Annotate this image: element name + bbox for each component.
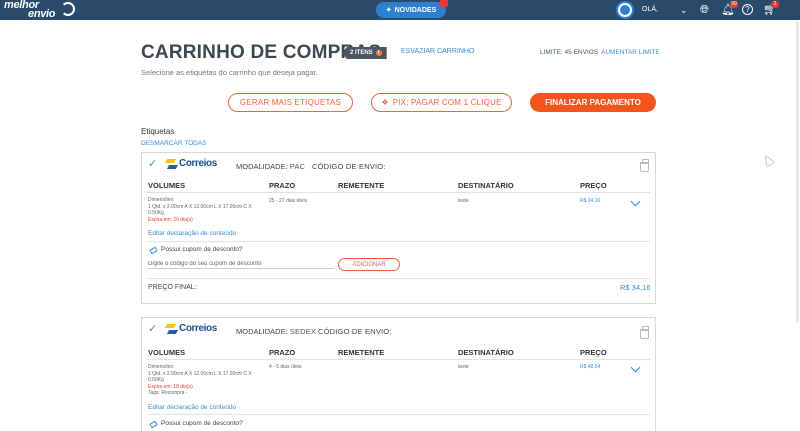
col-destinatario: DESTINATÁRIO — [458, 181, 514, 190]
coupon-tag-icon — [149, 246, 158, 255]
deadline: 25 - 27 dias úteis — [269, 198, 308, 204]
correios-logo: Correios — [164, 158, 222, 172]
logo-line-2: envio — [28, 8, 56, 20]
divider — [147, 241, 650, 242]
empty-cart-link[interactable]: ESVAZIAR CARRINHO — [401, 48, 474, 55]
row-price: R$ 48,54 — [580, 364, 601, 370]
tags-text: Tags: Recompra - — [148, 390, 188, 396]
volume-info: Dimensões: 1 Qtd. x 2.00cm A X 12.00cm L… — [148, 364, 252, 396]
chevron-down-icon[interactable]: ⌄ — [680, 3, 688, 17]
page-subtitle: Selecione as etiquetas do carrinho que d… — [141, 68, 318, 77]
cart-badge: 2 — [771, 1, 779, 8]
coupon-input[interactable] — [148, 259, 334, 269]
send-code-label: CÓDIGO DE ENVIO: — [318, 327, 392, 336]
expiry-text: Expira em: 20 dia(s) — [148, 216, 193, 223]
modality-label: MODALIDADE: — [236, 327, 288, 336]
pix-icon: ❖ — [381, 98, 389, 107]
pix-pay-button[interactable]: ❖ PIX: PAGAR COM 1 CLIQUE — [371, 93, 512, 112]
labels-section-title: Etiquetas — [141, 127, 175, 136]
col-remetente: REMETENTE — [338, 348, 385, 357]
label-card: ✓ Correios MODALIDADE: PAC CÓDIGO DE ENV… — [141, 152, 656, 304]
chevron-down-icon[interactable] — [630, 362, 641, 373]
col-destinatario: DESTINATÁRIO — [458, 348, 514, 357]
correios-icon — [164, 159, 179, 170]
items-count-label: 2 ITENS — [350, 50, 373, 56]
checkmark-icon[interactable]: ✓ — [148, 322, 157, 335]
checkout-button[interactable]: FINALIZAR PAGAMENTO — [530, 93, 656, 112]
divider — [147, 359, 650, 360]
divider — [147, 192, 650, 193]
add-coupon-button[interactable]: ADICIONAR — [338, 258, 400, 271]
novidades-badge — [440, 0, 448, 7]
row-price: R$ 34,16 — [580, 198, 601, 204]
user-avatar[interactable] — [614, 1, 636, 20]
recipient: teste — [458, 198, 469, 204]
shipping-limit: LIMITE: 45 ENVIOS — [540, 49, 599, 56]
coupon-question: Possui cupom de desconto? — [161, 246, 243, 253]
edit-declaration-link[interactable]: Editar declaração de conteúdo — [148, 404, 236, 411]
scrollbar[interactable] — [796, 22, 799, 322]
modality-label: MODALIDADE: — [236, 162, 288, 171]
correios-icon — [164, 324, 179, 335]
edit-declaration-link[interactable]: Editar declaração de conteúdo — [148, 230, 236, 237]
col-remetente: REMETENTE — [338, 181, 385, 190]
col-prazo: PRAZO — [269, 181, 296, 190]
user-greeting: OLÁ, — [642, 6, 658, 13]
carrier-name: Correios — [179, 323, 217, 334]
avatar-icon — [620, 5, 630, 15]
globe-icon[interactable]: 🌐︎ — [700, 3, 709, 17]
col-prazo: PRAZO — [269, 348, 296, 357]
melhor-envio-logo[interactable]: melhor envio — [4, 0, 94, 20]
novidades-button[interactable]: ✦ NOVIDADES — [376, 0, 448, 18]
items-count-badge: 2 ITENS ! — [342, 47, 387, 59]
recipient: teste — [458, 364, 469, 370]
col-volumes: VOLUMES — [148, 181, 186, 190]
mouse-cursor — [762, 153, 774, 167]
final-price-value: R$ 34,16 — [620, 283, 651, 292]
bell-badge: 99 — [730, 1, 738, 8]
send-code-label: CÓDIGO DE ENVIO: — [312, 162, 386, 171]
checkmark-icon[interactable]: ✓ — [148, 157, 157, 170]
modality-value: SEDEX — [289, 327, 317, 336]
divider — [147, 278, 650, 279]
top-navbar: melhor envio ✦ NOVIDADES OLÁ, ⌄ 🌐︎ 🔔︎ 99… — [0, 0, 800, 20]
modality: MODALIDADE: PAC — [236, 162, 305, 171]
modality-value: PAC — [289, 162, 306, 171]
col-preco: PREÇO — [580, 181, 607, 190]
info-icon[interactable]: ! — [375, 50, 382, 56]
generate-labels-button[interactable]: GERAR MAIS ETIQUETAS — [228, 93, 353, 112]
coupon-question: Possui cupom de desconto? — [161, 420, 243, 427]
chevron-down-icon[interactable] — [630, 196, 641, 207]
carrier-name: Correios — [179, 158, 217, 169]
logo-swirl-icon — [61, 2, 75, 16]
label-card: ✓ Correios MODALIDADE: SEDEX CÓDIGO DE E… — [141, 317, 656, 431]
volume-info: Dimensões: 1 Qtd. x 2.00cm A X 12.00cm L… — [148, 197, 252, 223]
deselect-all-link[interactable]: DESMARCAR TODAS — [141, 140, 207, 147]
trash-icon[interactable] — [640, 326, 649, 339]
col-volumes: VOLUMES — [148, 348, 186, 357]
deadline: 4 - 5 dias úteis — [269, 364, 302, 370]
final-price-label: PREÇO FINAL: — [148, 284, 197, 291]
col-preco: PREÇO — [580, 348, 607, 357]
trash-icon[interactable] — [640, 159, 649, 172]
pix-pay-label: PIX: PAGAR COM 1 CLIQUE — [392, 98, 502, 107]
novidades-label: NOVIDADES — [394, 6, 437, 14]
help-icon[interactable]: ? — [742, 4, 753, 15]
modality: MODALIDADE: SEDEX — [236, 327, 316, 336]
sparkle-icon: ✦ — [385, 7, 392, 14]
coupon-tag-icon — [149, 420, 158, 429]
divider — [147, 414, 650, 415]
correios-logo: Correios — [164, 323, 222, 337]
raise-limit-link[interactable]: AUMENTAR LIMITE — [601, 49, 660, 56]
